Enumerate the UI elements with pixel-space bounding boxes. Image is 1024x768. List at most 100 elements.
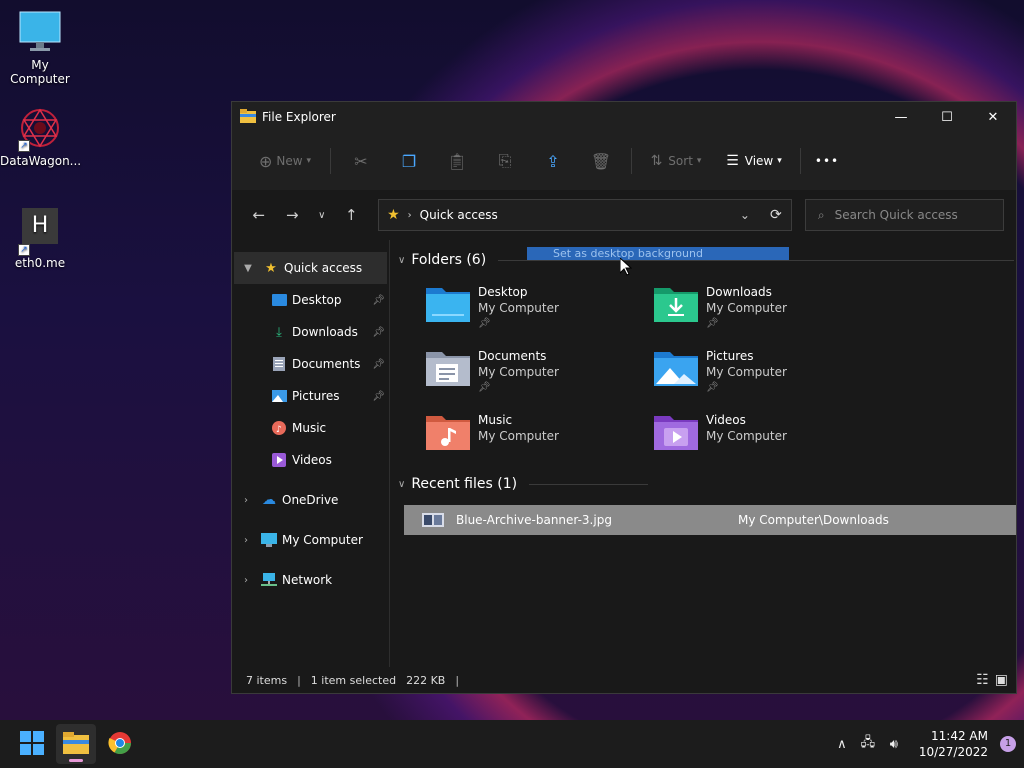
notification-badge[interactable]: 1 [1000, 736, 1016, 752]
folder-location: My Computer [478, 429, 559, 443]
download-icon: ⤓ [276, 324, 282, 340]
address-bar[interactable]: ★ › Quick access ⌄ ⟳ [378, 199, 792, 231]
divider [631, 148, 632, 174]
folder-icon [240, 108, 256, 126]
close-button[interactable]: ✕ [970, 102, 1016, 132]
rename-button[interactable]: ⎘ [481, 144, 529, 178]
plus-circle-icon: ⊕ [258, 151, 273, 171]
desktop-icon-label: DataWagon... [0, 154, 82, 168]
chrome-icon [108, 731, 132, 758]
taskbar: ∧ 🖧︎ 🔊︎ 11:42 AM 10/27/2022 1 [0, 720, 1024, 768]
search-icon: ⌕ [817, 207, 825, 222]
selection-size: 222 KB [406, 673, 446, 687]
desktop-icon-datawagon[interactable]: ↗ DataWagon... [0, 106, 82, 168]
desktop-icon-label: eth0.me [14, 256, 66, 270]
desktop-icon [270, 292, 288, 308]
document-icon [270, 356, 288, 372]
more-options-button[interactable]: ••• [807, 144, 847, 178]
sidebar-item-pictures[interactable]: Pictures 📌︎ [232, 380, 389, 412]
divider [800, 148, 801, 174]
divider [529, 483, 648, 485]
pin-icon: 📌︎ [478, 382, 491, 393]
search-box[interactable]: ⌕ Search Quick access [804, 199, 1004, 231]
sidebar-item-documents[interactable]: Documents 📌︎ [232, 348, 389, 380]
breadcrumb[interactable]: Quick access [420, 208, 498, 222]
sidebar-item-desktop[interactable]: Desktop 📌︎ [232, 284, 389, 316]
details-view-icon[interactable]: ☷ [976, 672, 989, 688]
datawagon-logo: ↗ [18, 106, 62, 152]
copy-button[interactable]: ❐ [385, 144, 433, 178]
file-explorer-window: File Explorer — ☐ ✕ ⊕ New ▾ ✂ ❐ 📋︎ ⎘ ⇪ 🗑… [231, 101, 1017, 694]
chevron-right-icon[interactable]: › [232, 495, 260, 506]
sort-button[interactable]: ⇅ Sort ▾ [638, 144, 714, 178]
content-pane: ∨ Folders (6) Desktop My Computer 📌︎ Dow… [390, 240, 1016, 667]
cut-button[interactable]: ✂ [337, 144, 385, 178]
arrow-up-icon: ↑ [345, 206, 358, 224]
recent-locations-button[interactable]: ∨ [309, 210, 335, 221]
folder-documents[interactable]: Documents My Computer 📌︎ [426, 348, 654, 396]
folder-location: My Computer [706, 429, 787, 443]
folder-videos[interactable]: Videos My Computer [654, 412, 882, 460]
pictures-icon [270, 388, 288, 404]
svg-text:♪: ♪ [276, 425, 282, 435]
delete-button[interactable]: 🗑︎ [577, 144, 625, 178]
chevron-down-icon[interactable]: ⌄ [729, 208, 761, 222]
tiles-view-icon[interactable]: ▣ [995, 672, 1008, 688]
view-button[interactable]: ☰ View ▾ [714, 144, 794, 178]
title-bar[interactable]: File Explorer — ☐ ✕ [232, 102, 1016, 132]
maximize-button[interactable]: ☐ [924, 102, 970, 132]
folder-name: Pictures [706, 349, 754, 363]
status-bar: 7 items | 1 item selected 222 KB | ☷ ▣ [232, 667, 1016, 693]
volume-icon[interactable]: 🔊︎ [881, 737, 907, 752]
chevron-down-icon[interactable]: ∨ [398, 479, 405, 490]
music-folder-icon [426, 412, 470, 452]
minimize-button[interactable]: — [878, 102, 924, 132]
chevron-down-icon[interactable]: ∨ [398, 255, 405, 266]
sidebar-item-videos[interactable]: Videos [232, 444, 389, 476]
desktop-icon-label: My Computer [10, 58, 70, 86]
folder-downloads[interactable]: Downloads My Computer 📌︎ [654, 284, 882, 332]
recent-file-row[interactable]: Blue-Archive-banner-3.jpg My Computer\Do… [404, 505, 1016, 535]
taskbar-file-explorer[interactable] [56, 724, 96, 764]
sidebar-item-quick-access[interactable]: ▼ ★ Quick access [234, 252, 387, 284]
recent-files-group-header[interactable]: ∨ Recent files (1) [390, 470, 650, 498]
cloud-icon: ☁ [262, 492, 276, 508]
sidebar-item-onedrive[interactable]: › ☁ OneDrive [232, 484, 389, 516]
sidebar-item-music[interactable]: ♪ Music [232, 412, 389, 444]
folder-desktop[interactable]: Desktop My Computer 📌︎ [426, 284, 654, 332]
explorer-body: ▼ ★ Quick access Desktop 📌︎ ⤓ Downloads … [232, 240, 1016, 667]
music-icon: ♪ [270, 420, 288, 436]
sidebar-item-network[interactable]: › Network [232, 564, 389, 596]
pictures-folder-icon [654, 348, 698, 388]
folder-music[interactable]: Music My Computer [426, 412, 654, 460]
chevron-down-icon: ▾ [306, 156, 312, 166]
back-button[interactable]: ← [242, 206, 275, 224]
share-button[interactable]: ⇪ [529, 144, 577, 178]
desktop-icon-my-computer[interactable]: My Computer [0, 10, 80, 86]
taskbar-chrome[interactable] [100, 724, 140, 764]
sidebar-item-my-computer[interactable]: › My Computer [232, 524, 389, 556]
paste-button[interactable]: 📋︎ [433, 144, 481, 178]
item-count: 7 items [246, 673, 288, 687]
up-button[interactable]: ↑ [335, 206, 368, 224]
search-input[interactable]: Search Quick access [835, 208, 958, 222]
chevron-right-icon[interactable]: › [232, 575, 260, 586]
folder-name: Documents [478, 349, 547, 363]
window-title: File Explorer [262, 110, 336, 124]
clock[interactable]: 11:42 AM 10/27/2022 [919, 728, 988, 760]
desktop-icon-eth0[interactable]: H ↗ eth0.me [0, 208, 80, 270]
chevron-right-icon[interactable]: › [232, 535, 260, 546]
sidebar-item-downloads[interactable]: ⤓ Downloads 📌︎ [232, 316, 389, 348]
folder-name: Downloads [706, 285, 772, 299]
forward-button[interactable]: → [275, 206, 308, 224]
folder-pictures[interactable]: Pictures My Computer 📌︎ [654, 348, 882, 396]
chevron-up-icon[interactable]: ∧ [829, 737, 855, 752]
divider [330, 148, 331, 174]
new-button[interactable]: ⊕ New ▾ [246, 144, 324, 178]
system-tray: ∧ 🖧︎ 🔊︎ 11:42 AM 10/27/2022 1 [829, 720, 1024, 768]
arrow-right-icon: → [285, 206, 299, 224]
network-icon[interactable]: 🖧︎ [855, 733, 881, 755]
start-button[interactable] [12, 724, 52, 764]
refresh-icon[interactable]: ⟳ [761, 207, 791, 223]
chevron-down-icon[interactable]: ▼ [234, 263, 262, 274]
